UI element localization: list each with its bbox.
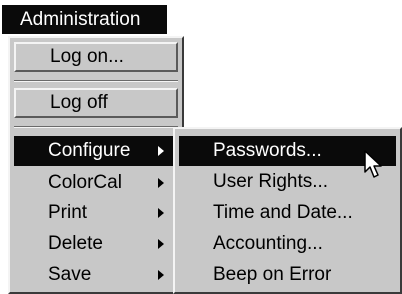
submenu-item-label: User Rights... <box>213 171 329 192</box>
menu-item-log-off[interactable]: Log off <box>14 88 178 118</box>
menu-item-configure[interactable]: Configure <box>14 136 178 166</box>
menu-item-label: Save <box>48 264 92 285</box>
menu-item-label: Log off <box>50 92 108 113</box>
menu-separator <box>14 126 178 128</box>
menu-separator <box>14 80 178 82</box>
menu-item-label: Log on... <box>50 46 124 67</box>
menu-item-label: Print <box>48 202 88 223</box>
menu-item-log-on[interactable]: Log on... <box>14 42 178 72</box>
submenu-item-label: Beep on Error <box>213 264 332 285</box>
menu-item-label: Configure <box>48 140 131 161</box>
submenu-item-label: Passwords... <box>213 140 322 161</box>
menu-item-label: Delete <box>48 233 103 254</box>
menu-item-colorcal[interactable]: ColorCal <box>14 168 178 198</box>
submenu-item-beep-on-error[interactable]: Beep on Error <box>179 260 396 290</box>
menu-item-print[interactable]: Print <box>14 198 178 228</box>
menu-item-label: ColorCal <box>48 172 122 193</box>
submenu-item-time-and-date[interactable]: Time and Date... <box>179 198 396 228</box>
submenu-arrow-icon <box>158 208 164 218</box>
submenu-arrow-icon <box>158 178 164 188</box>
submenu-arrow-icon <box>158 239 164 249</box>
submenu-arrow-icon <box>158 270 164 280</box>
submenu-item-label: Accounting... <box>213 233 323 254</box>
administration-dropdown: Log on... Log off Configure ColorCal Pri… <box>8 36 184 294</box>
arrow-cursor-icon <box>364 150 382 178</box>
menu-administration[interactable]: Administration <box>2 5 167 34</box>
submenu-item-label: Time and Date... <box>213 202 353 223</box>
menu-administration-label: Administration <box>20 8 141 30</box>
menu-item-delete[interactable]: Delete <box>14 229 178 259</box>
submenu-arrow-icon <box>158 146 164 156</box>
submenu-item-accounting[interactable]: Accounting... <box>179 229 396 259</box>
menu-item-save[interactable]: Save <box>14 260 178 290</box>
